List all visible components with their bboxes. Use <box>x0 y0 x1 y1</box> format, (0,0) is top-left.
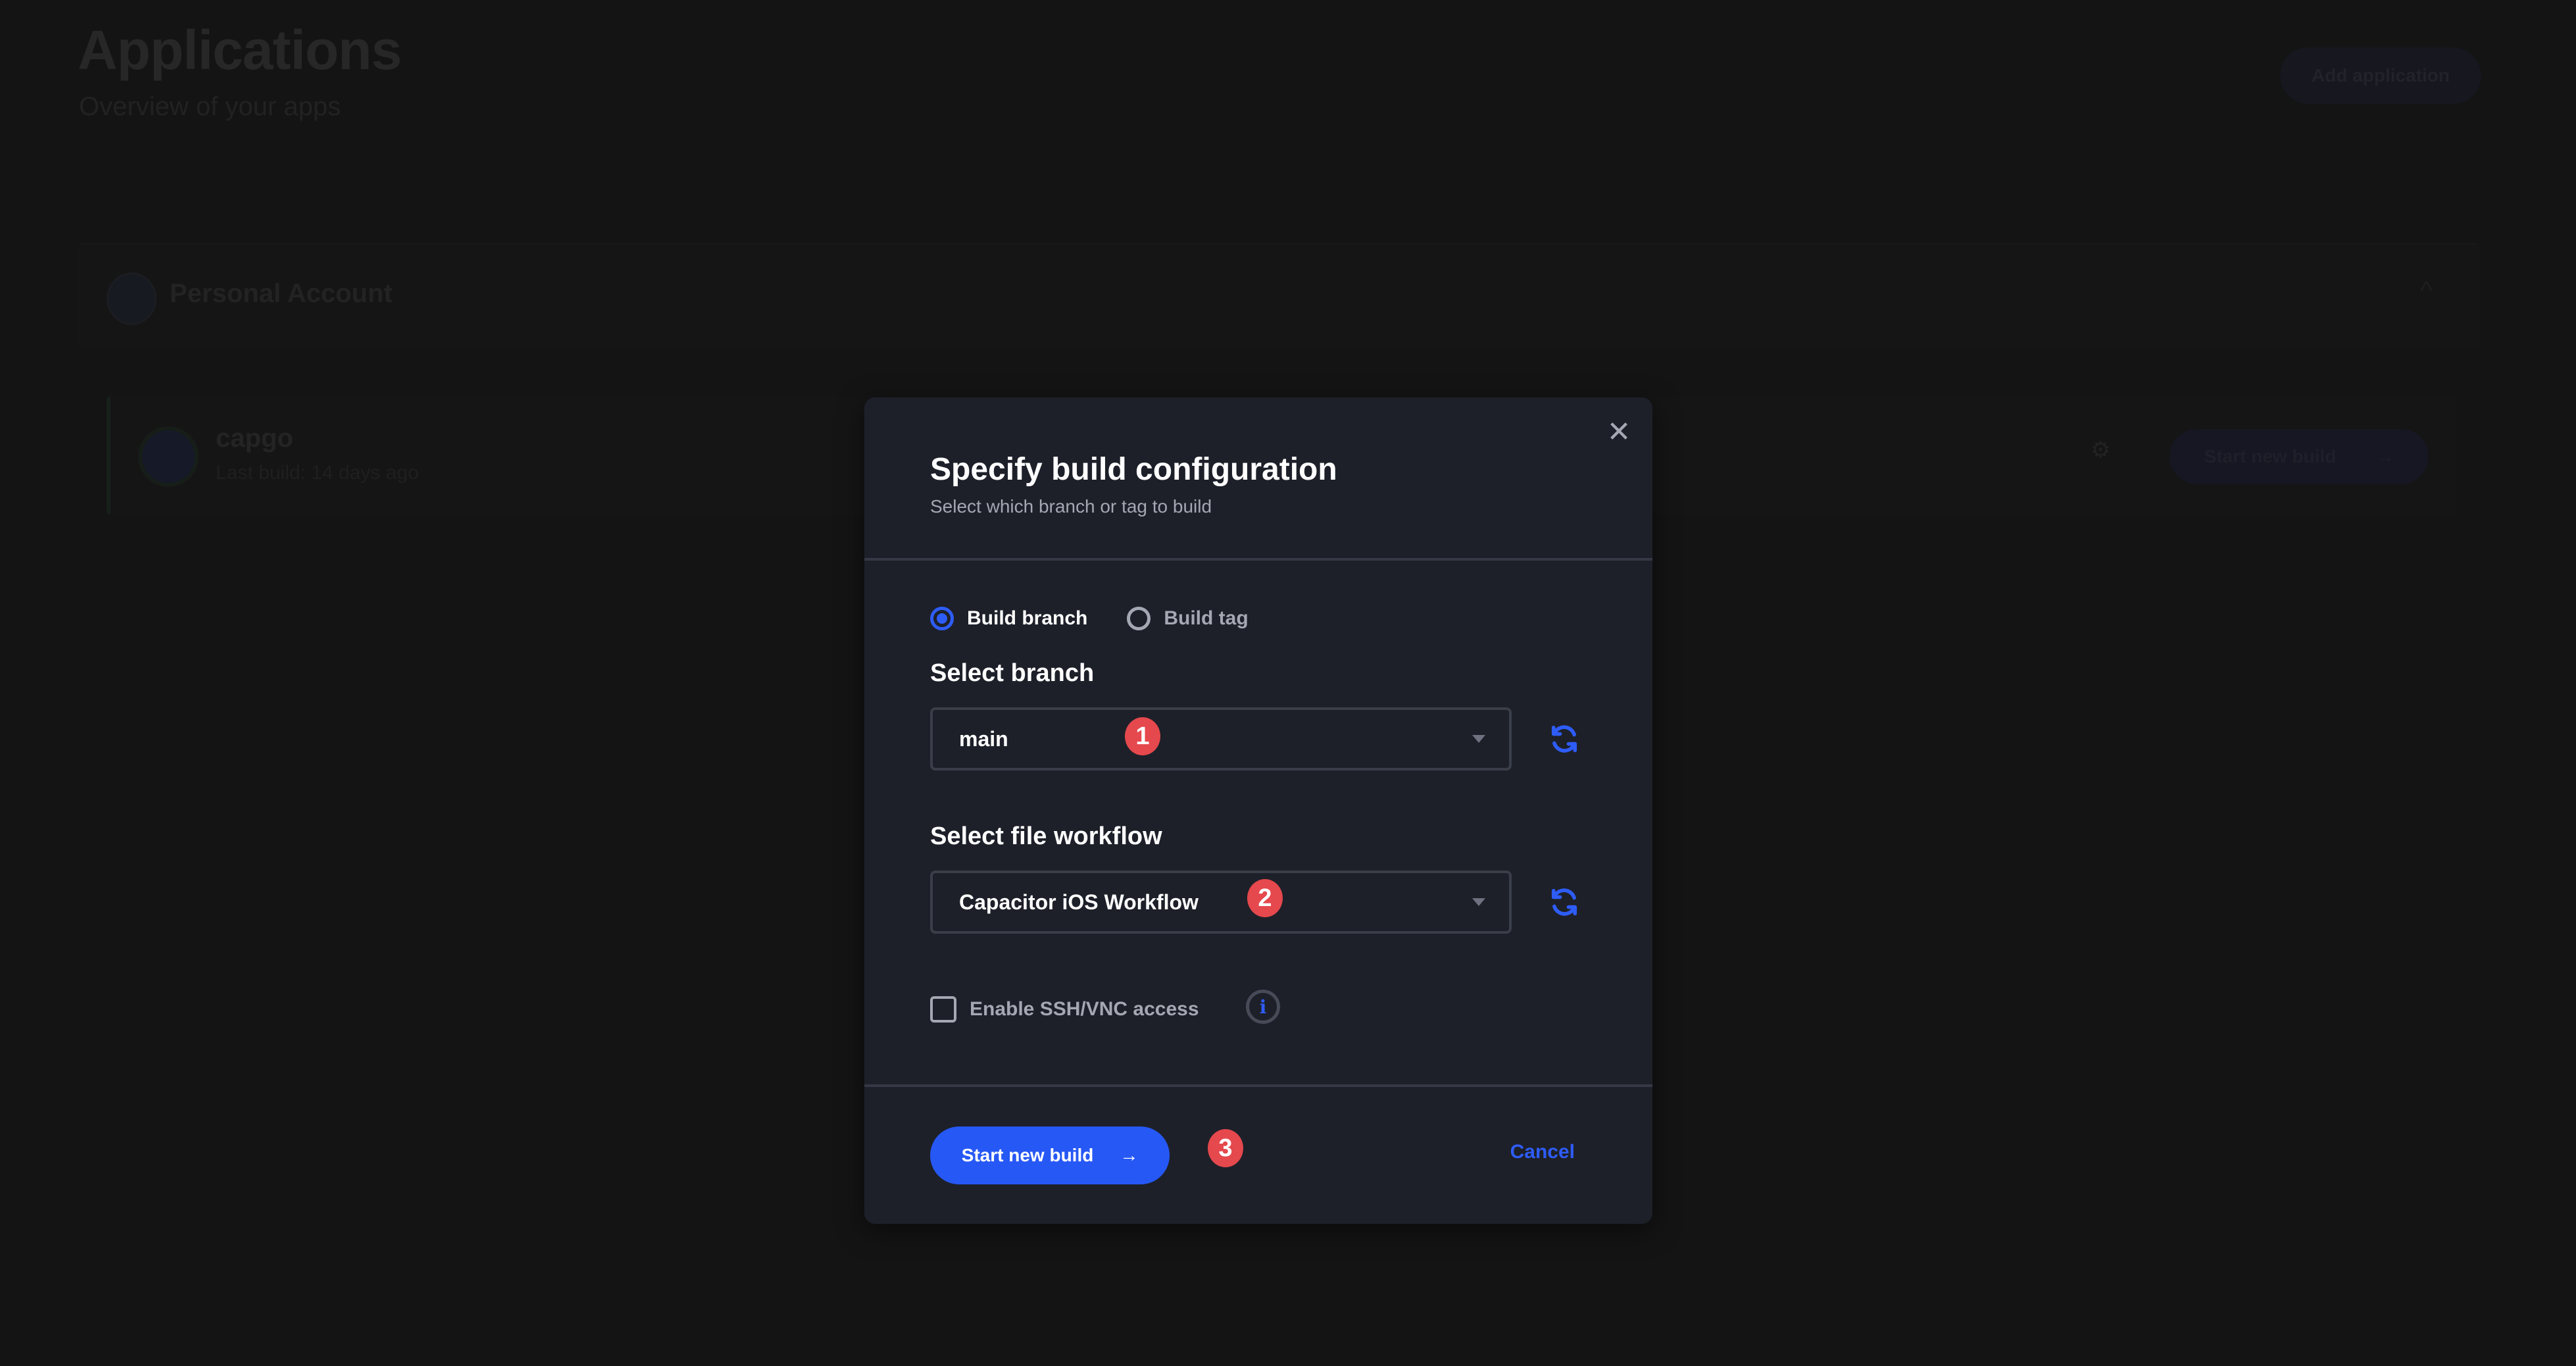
gear-icon[interactable]: ⚙ <box>2091 437 2110 463</box>
app-icon <box>138 426 199 487</box>
ssh-access-checkbox[interactable] <box>930 996 956 1023</box>
refresh-workflows-icon[interactable] <box>1547 885 1581 919</box>
radio-build-tag[interactable]: Build tag <box>1127 607 1249 630</box>
start-new-build-button[interactable]: Start new build → <box>930 1126 1170 1184</box>
workflow-select-value: Capacitor iOS Workflow <box>959 890 1199 914</box>
arrow-right-icon: → <box>1120 1145 1139 1165</box>
ssh-access-checkbox-row[interactable]: Enable SSH/VNC access <box>930 996 1199 1023</box>
account-avatar <box>107 272 157 325</box>
start-new-build-label: Start new build <box>961 1145 1094 1165</box>
info-icon[interactable]: i <box>1246 990 1280 1024</box>
radio-checked-icon <box>930 607 954 630</box>
app-start-build-button[interactable]: Start new build → <box>2169 429 2429 484</box>
radio-build-tag-label: Build tag <box>1164 607 1249 629</box>
app-start-build-label: Start new build <box>2204 446 2337 467</box>
arrow-right-icon: → <box>2375 446 2394 467</box>
modal-subtitle: Select which branch or tag to build <box>930 496 1212 517</box>
close-icon[interactable]: ✕ <box>1602 416 1635 449</box>
ssh-access-label: Enable SSH/VNC access <box>970 998 1199 1020</box>
step-badge-2: 2 <box>1247 879 1283 917</box>
caret-down-icon <box>1472 735 1485 743</box>
footer-divider <box>864 1084 1652 1087</box>
app-name: capgo <box>216 424 293 453</box>
radio-build-branch[interactable]: Build branch <box>930 607 1087 630</box>
cancel-button[interactable]: Cancel <box>1510 1141 1575 1163</box>
app-last-build: Last build: 14 days ago <box>216 462 419 484</box>
radio-build-branch-label: Build branch <box>967 607 1088 629</box>
add-application-button[interactable]: Add application <box>2280 47 2481 104</box>
page-subtitle: Overview of your apps <box>79 92 341 121</box>
step-badge-1: 1 <box>1125 717 1160 755</box>
build-config-modal: ✕ Specify build configuration Select whi… <box>864 397 1652 1224</box>
caret-down-icon <box>1472 898 1485 906</box>
account-name: Personal Account <box>170 279 393 308</box>
radio-unchecked-icon <box>1127 607 1151 630</box>
account-panel[interactable]: Personal Account ^ <box>78 243 2480 350</box>
header-divider <box>864 558 1652 561</box>
step-badge-3: 3 <box>1208 1129 1243 1167</box>
branch-select[interactable]: main <box>930 707 1512 771</box>
build-type-radio-group: Build branch Build tag <box>930 607 1249 630</box>
workflow-field-label: Select file workflow <box>930 822 1162 850</box>
modal-title: Specify build configuration <box>930 452 1337 487</box>
page-title: Applications <box>78 19 402 81</box>
chevron-up-icon[interactable]: ^ <box>2420 276 2433 306</box>
workflow-select[interactable]: Capacitor iOS Workflow <box>930 871 1512 934</box>
branch-select-value: main <box>959 726 1008 751</box>
refresh-branches-icon[interactable] <box>1547 722 1581 756</box>
branch-field-label: Select branch <box>930 659 1095 687</box>
